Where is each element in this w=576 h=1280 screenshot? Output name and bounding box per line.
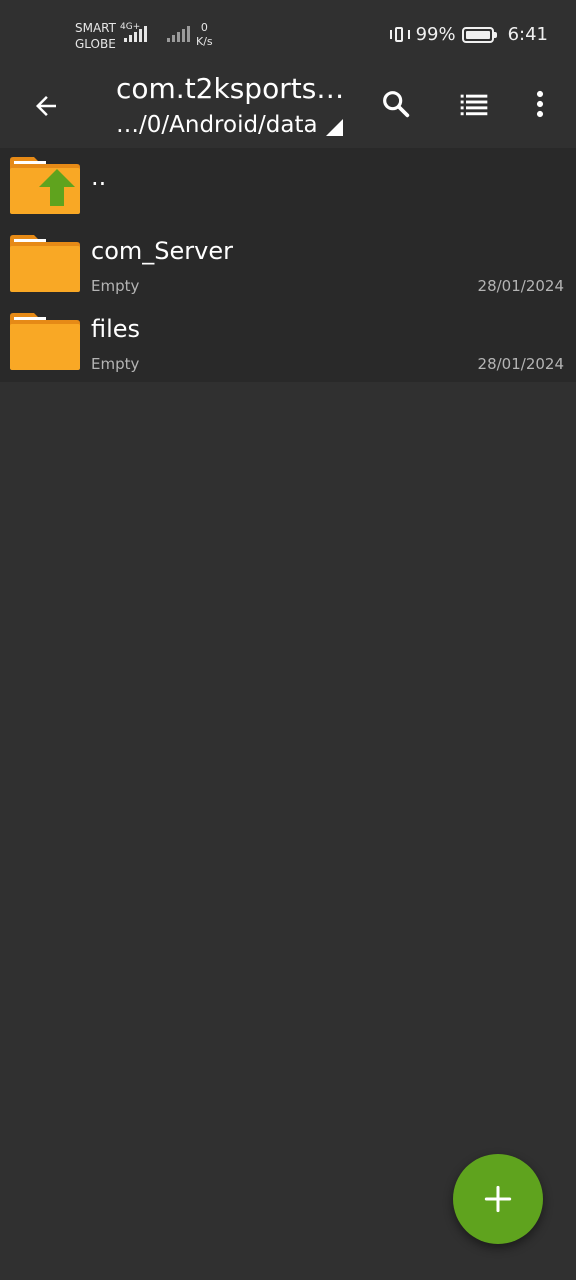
more-vert-icon bbox=[536, 90, 544, 118]
plus-icon bbox=[484, 1185, 512, 1213]
signal-strength-icon bbox=[124, 26, 147, 42]
list-item[interactable]: com_Server Empty 28/01/2024 bbox=[0, 226, 576, 304]
battery-icon bbox=[461, 26, 497, 43]
back-button[interactable] bbox=[24, 84, 68, 128]
path-dropdown[interactable]: …/0/Android/data bbox=[116, 110, 343, 140]
add-fab-button[interactable] bbox=[453, 1154, 543, 1244]
search-icon bbox=[383, 91, 410, 118]
signal-strength-sim2-icon bbox=[167, 26, 190, 42]
file-list: .. com_Server Empty 28/01/2024 files Emp… bbox=[0, 148, 576, 382]
path-label: …/0/Android/data bbox=[116, 112, 318, 138]
app-toolbar: com.t2ksports… …/0/Android/data bbox=[0, 64, 576, 148]
clock: 6:41 bbox=[507, 24, 548, 45]
folder-icon bbox=[10, 235, 80, 292]
search-button[interactable] bbox=[372, 80, 420, 128]
item-date: 28/01/2024 bbox=[477, 277, 564, 295]
status-bar: SMART GLOBE 4G+ 0 K/s 99% 6:41 bbox=[0, 0, 576, 64]
item-name: .. bbox=[91, 163, 107, 191]
vibrate-icon bbox=[389, 26, 410, 44]
item-name: files bbox=[91, 315, 141, 343]
list-view-icon bbox=[460, 94, 488, 116]
page-title: com.t2ksports… bbox=[116, 72, 345, 105]
item-subtitle: Empty bbox=[91, 277, 140, 295]
battery-percent: 99% bbox=[415, 24, 456, 45]
item-date: 28/01/2024 bbox=[477, 355, 564, 373]
arrow-left-icon bbox=[36, 96, 56, 116]
view-mode-button[interactable] bbox=[450, 80, 498, 128]
dropdown-caret-icon bbox=[325, 119, 343, 136]
item-subtitle: Empty bbox=[91, 355, 140, 373]
folder-icon bbox=[10, 313, 80, 370]
folder-up-icon bbox=[10, 157, 80, 214]
list-item[interactable]: files Empty 28/01/2024 bbox=[0, 304, 576, 382]
carrier-label: SMART GLOBE bbox=[75, 21, 116, 51]
battery-fill bbox=[465, 30, 490, 39]
item-name: com_Server bbox=[91, 237, 233, 265]
status-right: 99% 6:41 bbox=[389, 24, 548, 45]
more-options-button[interactable] bbox=[516, 80, 564, 128]
list-item-parent[interactable]: .. bbox=[0, 148, 576, 226]
network-speed: 0 K/s bbox=[196, 21, 213, 48]
